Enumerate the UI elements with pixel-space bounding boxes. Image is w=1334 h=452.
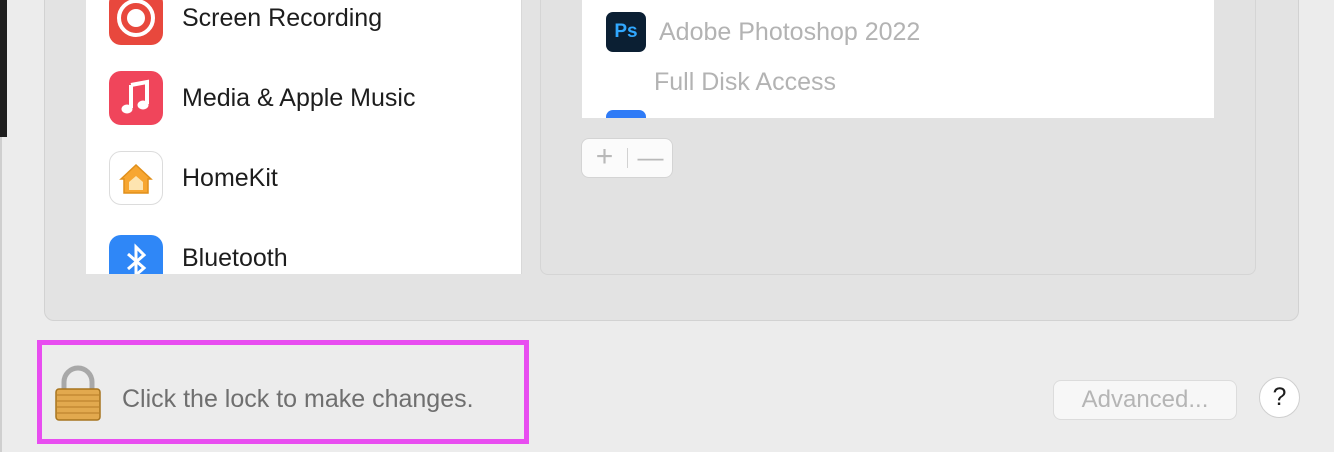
app-list[interactable]: Ps Adobe Photoshop 2022 Full Disk Access	[582, 0, 1214, 118]
category-label: Bluetooth	[182, 244, 288, 272]
add-button[interactable]: +	[582, 139, 627, 177]
section-label: Full Disk Access	[654, 68, 836, 96]
add-remove-control: + —	[581, 138, 673, 178]
screen-recording-icon	[109, 0, 163, 45]
app-name: Adobe Photoshop 2022	[659, 18, 921, 46]
photoshop-icon: Ps	[606, 12, 646, 52]
help-button[interactable]: ?	[1259, 377, 1300, 418]
background-window-edge	[0, 0, 7, 137]
padlock-icon[interactable]	[52, 364, 104, 422]
app-icon	[606, 110, 646, 118]
category-item-bluetooth[interactable]: Bluetooth	[86, 228, 521, 274]
remove-button[interactable]: —	[628, 139, 673, 177]
category-label: Screen Recording	[182, 4, 383, 32]
category-list[interactable]: Screen Recording Media & Apple Music Hom…	[86, 0, 522, 274]
bluetooth-icon	[109, 235, 163, 274]
category-label: HomeKit	[182, 164, 278, 192]
category-item-screen-recording[interactable]: Screen Recording	[86, 0, 521, 48]
category-item-media-apple-music[interactable]: Media & Apple Music	[86, 68, 521, 128]
home-icon	[109, 151, 163, 205]
background-window-edge	[0, 137, 2, 452]
music-note-icon	[109, 71, 163, 125]
lock-message[interactable]: Click the lock to make changes.	[122, 385, 474, 414]
advanced-button[interactable]: Advanced...	[1053, 380, 1237, 420]
category-label: Media & Apple Music	[182, 84, 416, 112]
category-item-homekit[interactable]: HomeKit	[86, 148, 521, 208]
